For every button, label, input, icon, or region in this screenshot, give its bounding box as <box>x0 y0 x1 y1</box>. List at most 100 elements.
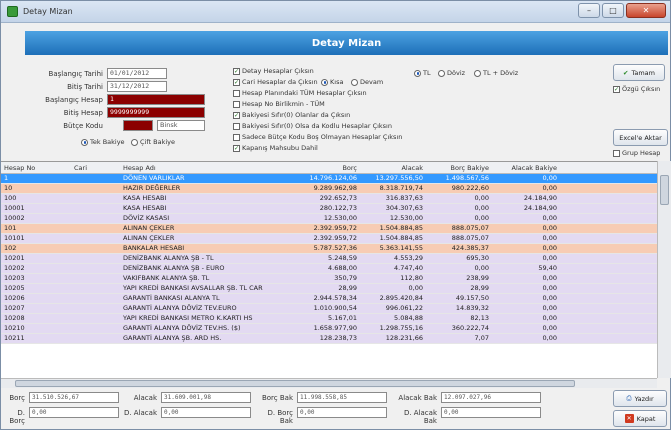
tek-bakiye-radio[interactable]: Tek Bakiye <box>81 138 125 146</box>
alacak-bak-label: Alacak Bak <box>398 394 437 402</box>
cell-ab: 0,00 <box>542 244 557 252</box>
option-checkbox-4[interactable]: ✓ Bakiyesi Sıfır(0) Olanlar da Çıksın <box>233 111 350 119</box>
devam-radio[interactable]: Devam <box>351 78 383 86</box>
maximize-button[interactable]: □ <box>602 3 624 18</box>
table-row[interactable]: 10206 GARANTİ BANKASI ALANYA TL 2.944.578,… <box>1 294 657 304</box>
baslangic-hesap-input[interactable]: 1 <box>107 94 205 105</box>
cell-borc: 292.652,73 <box>319 194 357 202</box>
cell-ad: GARANTİ BANKASI ALANYA TL <box>123 294 220 302</box>
option-checkbox-3[interactable]: Hesap No Birlikmin - TÜM <box>233 100 325 108</box>
option-label: Kapanış Mahsubu Dahil <box>242 144 318 152</box>
d-borc-bak-field: 0,00 <box>297 407 387 418</box>
cell-alacak: 4.747,40 <box>394 264 423 272</box>
cell-borc: 280.122,73 <box>319 204 357 212</box>
cell-ab: 0,00 <box>542 314 557 322</box>
cell-no: 10002 <box>4 214 25 222</box>
table-row[interactable]: 10202 DENİZBANK ALANYA ŞB - EURO 4.688,00 4… <box>1 264 657 274</box>
cell-alacak: 13.297.556,50 <box>375 174 423 182</box>
vertical-scrollbar[interactable] <box>657 161 671 378</box>
cell-ab: 0,00 <box>542 294 557 302</box>
option-label: Hesap No Birlikmin - TÜM <box>242 100 325 108</box>
header-alacak-bakiye[interactable]: Alacak Bakiye <box>491 164 557 172</box>
kisa-radio[interactable]: Kısa <box>321 78 343 86</box>
table-row[interactable]: 10 HAZIR DEĞERLER 9.289.962,98 8.318.719,74… <box>1 184 657 194</box>
tl-doviz-radio[interactable]: TL + Döviz <box>474 69 518 77</box>
cell-alacak: 4.553,29 <box>394 254 423 262</box>
alacak-total-label: Alacak <box>133 394 157 402</box>
cell-ad: KASA HESABI <box>123 204 167 212</box>
cell-bb: 888.075,07 <box>451 234 489 242</box>
table-row[interactable]: 10208 YAPI KREDİ BANKASI METRO K.KARTI HS… <box>1 314 657 324</box>
checkbox-box <box>233 133 240 141</box>
table-row[interactable]: 10207 GARANTİ ALANYA DÖVİZ TEV.EURO 1.010.… <box>1 304 657 314</box>
cell-alacak: 1.504.884,85 <box>379 224 423 232</box>
yazdir-label: Yazdır <box>634 394 654 403</box>
option-checkbox-1[interactable]: ✓ Cari Hesaplar da Çıksın <box>233 78 318 86</box>
header-cari[interactable]: Cari <box>74 164 114 172</box>
table-row[interactable]: 10203 VAKIFBANK ALANYA ŞB. TL 350,79 112,80… <box>1 274 657 284</box>
cell-bb: 360.222,74 <box>451 324 489 332</box>
table-row[interactable]: 10205 YAPI KREDİ BANKASI AVSALLAR ŞB. TL … <box>1 284 657 294</box>
cell-no: 10101 <box>4 234 25 242</box>
table-row[interactable]: 100 KASA HESABI 292.652,73 316.837,63 0,00 24… <box>1 194 657 204</box>
butce-suffix-field[interactable]: Binsk <box>157 120 205 131</box>
kapat-button[interactable]: ✕ Kapat <box>613 410 667 427</box>
header-hesap-adi[interactable]: Hesap Adı <box>123 164 283 172</box>
cell-borc: 5.248,59 <box>328 254 357 262</box>
d-borc-bak-label: D. Borç Bak <box>267 409 294 425</box>
ozgu-ciksin-checkbox[interactable]: ✓ Özgü Çıksın <box>613 85 660 93</box>
option-checkbox-5[interactable]: Bakiyesi Sıfır(0) Olsa da Kodlu Hesaplar… <box>233 122 392 130</box>
option-checkbox-6[interactable]: Sadece Bütçe Kodu Boş Olmayan Hesaplar Ç… <box>233 133 402 141</box>
close-button[interactable]: ✕ <box>626 3 666 18</box>
option-checkbox-2[interactable]: Hesap Planındaki TÜM Hesaplar Çıksın <box>233 89 367 97</box>
scroll-thumb[interactable] <box>15 380 575 387</box>
cell-borc: 12.530,00 <box>323 214 357 222</box>
cell-ab: 0,00 <box>542 334 557 342</box>
horizontal-scrollbar[interactable] <box>1 378 657 388</box>
baslangic-tarihi-input[interactable]: 01/01/2012 <box>107 68 167 79</box>
option-checkbox-0[interactable]: ✓ Detay Hesaplar Çıksın <box>233 67 314 75</box>
excel-export-button[interactable]: Excel'e Aktar <box>613 129 668 146</box>
table-row[interactable]: 10211 GARANTİ ALANYA ŞB. ARD HS. 128.238,7… <box>1 334 657 344</box>
yazdir-button[interactable]: ⎙ Yazdır <box>613 390 667 407</box>
bitis-hesap-input[interactable]: 9999999999 <box>107 107 205 118</box>
cell-alacak: 1.504.884,85 <box>379 234 423 242</box>
cell-ad: BANKALAR HESABI <box>123 244 185 252</box>
cell-borc: 9.289.962,98 <box>313 184 357 192</box>
cell-bb: 28,99 <box>470 284 489 292</box>
grup-hesap-checkbox[interactable]: Grup Hesap <box>613 149 660 157</box>
d-alacak-bak-field: 0,00 <box>441 407 541 418</box>
table-body: 1 DÖNEN VARLIKLAR 14.796.124,06 13.297.556,… <box>1 174 657 344</box>
cell-ab: 0,00 <box>542 284 557 292</box>
option-checkbox-7[interactable]: ✓ Kapanış Mahsubu Dahil <box>233 144 318 152</box>
tl-radio[interactable]: TL <box>414 69 431 77</box>
cell-ad: GARANTİ ALANYA DÖVİZ TEV.HS. ($) <box>123 324 241 332</box>
scroll-thumb[interactable] <box>660 175 669 205</box>
header-alacak[interactable]: Alacak <box>359 164 423 172</box>
table-row[interactable]: 101 ALINAN ÇEKLER 2.392.959,72 1.504.884,85… <box>1 224 657 234</box>
table-header: Hesap No Cari Hesap Adı Borç Alacak Borç… <box>1 162 657 174</box>
table-row[interactable]: 10001 KASA HESABI 280.122,73 304.307,63 0,00… <box>1 204 657 214</box>
bitis-tarihi-input[interactable]: 31/12/2012 <box>107 81 167 92</box>
printer-icon: ⎙ <box>626 394 632 402</box>
cell-borc: 1.658.977,90 <box>313 324 357 332</box>
table-row[interactable]: 10101 ALINAN ÇEKLER 2.392.959,72 1.504.884,… <box>1 234 657 244</box>
table-row[interactable]: 102 BANKALAR HESABI 5.787.527,36 5.363.141,… <box>1 244 657 254</box>
table-row[interactable]: 10210 GARANTİ ALANYA DÖVİZ TEV.HS. ($) 1.6… <box>1 324 657 334</box>
cell-bb: 424.385,37 <box>451 244 489 252</box>
tamam-button[interactable]: ✔ Tamam <box>613 64 665 81</box>
borc-total-field: 31.510.526,67 <box>29 392 119 403</box>
minimize-button[interactable]: – <box>578 3 600 18</box>
header-borc-bakiye[interactable]: Borç Bakiye <box>425 164 489 172</box>
table-row[interactable]: 10002 DÖVİZ KASASI 12.530,00 12.530,00 0,00 0… <box>1 214 657 224</box>
header-hesap-no[interactable]: Hesap No <box>4 164 69 172</box>
cell-ad: VAKIFBANK ALANYA ŞB. TL <box>123 274 210 282</box>
header-borc[interactable]: Borç <box>291 164 357 172</box>
doviz-radio[interactable]: Döviz <box>438 69 465 77</box>
cift-bakiye-radio[interactable]: Çift Bakiye <box>131 138 175 146</box>
cell-ab: 24.184,90 <box>523 194 557 202</box>
borc-bak-label: Borç Bak <box>261 394 293 402</box>
butce-kodu-input[interactable] <box>123 120 153 131</box>
table-row[interactable]: 10201 DENİZBANK ALANYA ŞB - TL 5.248,59 4.5… <box>1 254 657 264</box>
table-row[interactable]: 1 DÖNEN VARLIKLAR 14.796.124,06 13.297.556,… <box>1 174 657 184</box>
